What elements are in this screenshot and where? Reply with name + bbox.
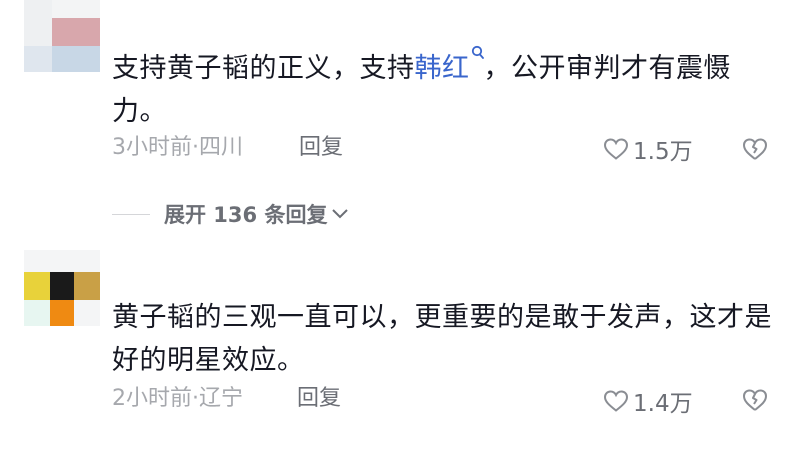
meta-separator: · — [192, 386, 199, 411]
like-count: 1.4万 — [633, 391, 693, 417]
like-count: 1.5万 — [633, 139, 693, 165]
comment-meta: 2小时前·辽宁 — [112, 384, 243, 414]
avatar[interactable] — [24, 0, 100, 72]
divider-line — [112, 213, 150, 215]
heart-icon — [603, 390, 629, 412]
comment-location: 辽宁 — [199, 386, 244, 411]
comment-time: 3小时前 — [112, 135, 192, 160]
chevron-down-icon — [332, 209, 349, 219]
comment-location: 四川 — [199, 135, 244, 160]
comment-time: 2小时前 — [112, 386, 192, 411]
like-button[interactable]: 1.4万 — [603, 386, 693, 417]
meta-separator: · — [192, 135, 199, 160]
reply-button[interactable]: 回复 — [297, 384, 341, 414]
heart-icon — [603, 138, 629, 160]
comment-text: 黄子韬的三观一直可以，更重要的是敢于发声，这才是好的明星效应。 — [112, 296, 772, 382]
broken-heart-icon[interactable] — [741, 386, 769, 414]
like-button[interactable]: 1.5万 — [603, 134, 693, 165]
comment-text-main: 黄子韬的三观一直可以，更重要的是敢于发声，这才是好的明星效应。 — [112, 302, 772, 376]
comment-text-main: 支持黄子韬的正义，支持 — [112, 53, 415, 84]
reply-button[interactable]: 回复 — [299, 133, 343, 163]
avatar[interactable] — [24, 250, 100, 326]
expand-replies-button[interactable]: 展开 136 条回复 — [112, 199, 349, 229]
comment-meta: 3小时前·四川 — [112, 133, 243, 163]
search-icon — [471, 45, 484, 59]
mention-link[interactable]: 韩红 — [415, 53, 470, 84]
comment-text: 支持黄子韬的正义，支持韩红 ，公开审判才有震慑力。 — [112, 45, 772, 133]
expand-replies-label: 展开 136 条回复 — [164, 203, 328, 227]
broken-heart-icon[interactable] — [741, 135, 769, 163]
